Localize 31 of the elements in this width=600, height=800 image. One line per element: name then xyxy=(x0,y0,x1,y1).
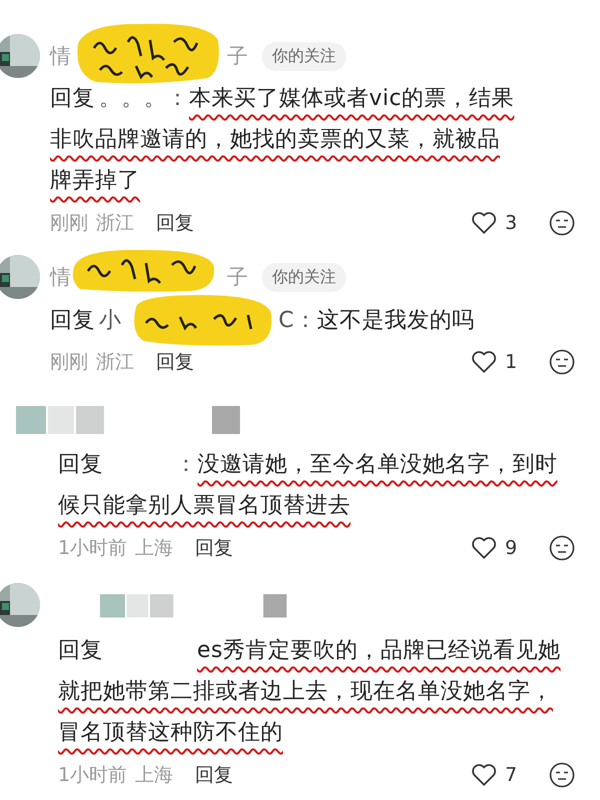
comment-location: 浙江 xyxy=(96,211,134,236)
heart-icon[interactable] xyxy=(471,211,497,235)
neutral-face-icon[interactable] xyxy=(549,210,575,236)
neutral-face-icon[interactable] xyxy=(549,535,575,561)
like-count: 3 xyxy=(505,212,518,234)
comment-time: 1小时前 xyxy=(58,536,128,561)
like-count: 1 xyxy=(505,351,518,373)
comment-text: 回复 ：没邀请她，至今名单没她名字，到时候只能拿别人票冒名顶替进去 xyxy=(58,451,558,520)
like-count: 7 xyxy=(505,764,518,786)
heart-icon[interactable] xyxy=(471,350,497,374)
neutral-face-icon[interactable] xyxy=(549,349,575,375)
reply-button[interactable]: 回复 xyxy=(195,762,234,788)
follow-tag: 你的关注 xyxy=(262,262,346,292)
reply-button[interactable]: 回复 xyxy=(156,210,194,236)
comment-location: 上海 xyxy=(135,763,174,788)
follow-tag: 你的关注 xyxy=(262,42,346,70)
comment-location: 浙江 xyxy=(96,350,134,375)
comment-text: 回复 es秀肯定要吹的，品牌已经说看见她就把她带第二排或者边上去，现在名单没她名字，冒名顶替这种防不住的 xyxy=(58,637,562,747)
comment-location: 上海 xyxy=(135,536,174,561)
reply-target: 回复 小 xyxy=(50,306,122,334)
comment-time: 1小时前 xyxy=(58,763,128,788)
comment-time: 刚刚 xyxy=(50,350,88,375)
like-count: 9 xyxy=(505,537,518,559)
comment-time: 刚刚 xyxy=(50,211,88,236)
heart-icon[interactable] xyxy=(471,536,497,560)
comment-text: C：这不是我发的吗 xyxy=(278,306,474,334)
comment-text: 回复 。。。：本来买了媒体或者vic的票，结果非吹品牌邀请的，她找的卖票的又菜，就被品牌弄掉了 xyxy=(50,85,516,195)
reply-button[interactable]: 回复 xyxy=(195,535,234,561)
heart-icon[interactable] xyxy=(471,763,497,787)
reply-button[interactable]: 回复 xyxy=(156,349,194,375)
neutral-face-icon[interactable] xyxy=(549,762,575,788)
